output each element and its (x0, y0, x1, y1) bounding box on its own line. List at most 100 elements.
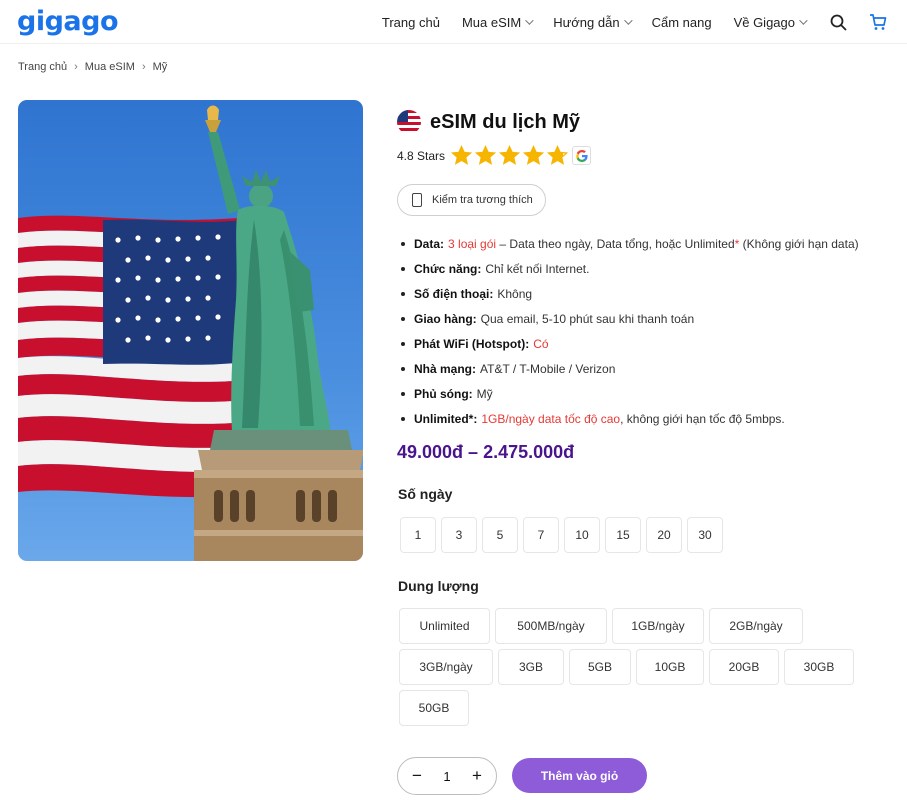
nav-item-ve-gigago[interactable]: Về Gigago (733, 14, 808, 30)
spec-value: Không (497, 286, 533, 301)
star-full-icon (474, 145, 497, 166)
spec-value: , không giới hạn tốc độ 5mbps. (620, 411, 785, 426)
product-title-row: eSIM du lịch Mỹ (397, 110, 580, 134)
day-option[interactable]: 5 (482, 517, 518, 553)
nav-item-label: Hướng dẫn (553, 14, 620, 30)
data-options-row: 3GB/ngày 3GB 5GB 10GB 20GB 30GB (399, 649, 859, 685)
spec-label: Số điện thoại: (414, 286, 494, 301)
nav-item-label: Cẩm nang (651, 14, 712, 30)
quantity-value[interactable]: 1 (443, 769, 450, 784)
spec-item: Phát WiFi (Hotspot): Có (397, 331, 859, 356)
spec-item: Phủ sóng: Mỹ (397, 381, 859, 406)
breadcrumb-link-mua-esim[interactable]: Mua eSIM (85, 61, 135, 73)
product-title: eSIM du lịch Mỹ (430, 110, 581, 133)
day-option[interactable]: 20 (646, 517, 682, 553)
check-compatibility-label: Kiểm tra tương thích (432, 194, 533, 206)
star-half-icon (546, 145, 569, 166)
bullet-icon (401, 291, 405, 296)
search-icon[interactable] (827, 11, 849, 33)
spec-value: Qua email, 5-10 phút sau khi thanh toán (480, 311, 695, 326)
cart-icon[interactable] (867, 11, 889, 33)
logo-text: gigago (17, 6, 119, 37)
check-compatibility-button[interactable]: Kiểm tra tương thích (397, 184, 546, 216)
chevron-down-icon (799, 16, 808, 25)
data-option[interactable]: 30GB (784, 649, 854, 685)
spec-value: 3 loại gói (448, 236, 497, 251)
spec-list: Data: 3 loại gói – Data theo ngày, Data t… (397, 231, 859, 431)
add-to-cart-button[interactable]: Thêm vào giỏ (512, 758, 647, 793)
nav-item-label: Mua eSIM (461, 14, 522, 30)
spec-item: Giao hàng: Qua email, 5-10 phút sau khi t… (397, 306, 859, 331)
data-option[interactable]: 500MB/ngày (495, 608, 607, 644)
chevron-down-icon (525, 16, 534, 25)
nav-item-mua-esim[interactable]: Mua eSIM (461, 14, 534, 30)
spec-value: 1GB/ngày data tốc độ cao (481, 411, 621, 426)
rating-row: 4.8 Stars (397, 145, 592, 166)
data-option[interactable]: 10GB (636, 649, 704, 685)
day-option[interactable]: 30 (687, 517, 723, 553)
data-options-row: 50GB (399, 690, 474, 726)
spec-item: Data: 3 loại gói – Data theo ngày, Data t… (397, 231, 859, 256)
days-label: Số ngày (398, 486, 453, 502)
bullet-icon (401, 341, 405, 346)
spec-value: (Không giới hạn data) (739, 236, 859, 251)
product-image (18, 100, 363, 561)
spec-value: – Data theo ngày, Data tổng, hoặc Unlimi… (496, 236, 735, 251)
gigago-logo[interactable]: gigago (17, 6, 119, 37)
bullet-icon (401, 266, 405, 271)
data-option[interactable]: 50GB (399, 690, 469, 726)
data-option[interactable]: Unlimited (399, 608, 490, 644)
quantity-decrease-button[interactable]: − (408, 766, 426, 786)
quantity-increase-button[interactable]: + (468, 766, 486, 786)
spec-item: Chức năng: Chỉ kết nối Internet. (397, 256, 859, 281)
quantity-stepper: − 1 + (397, 757, 497, 795)
nav-item-trang-chu[interactable]: Trang chủ (382, 15, 440, 30)
spec-value: Mỹ (476, 386, 493, 401)
day-option[interactable]: 10 (564, 517, 600, 553)
chevron-down-icon (623, 16, 633, 25)
spec-item: Unlimited*: 1GB/ngày data tốc độ cao, khô… (397, 406, 859, 431)
spec-label: Unlimited*: (414, 411, 478, 426)
days-options: 1 3 5 7 10 15 20 30 (400, 517, 728, 553)
breadcrumb-current: Mỹ (152, 61, 168, 73)
day-option[interactable]: 7 (523, 517, 559, 553)
star-full-icon (498, 145, 521, 166)
site-header: gigago Trang chủ Mua eSIM Hướng dẫn Cẩm nan… (0, 0, 907, 44)
spec-label: Chức năng: (414, 261, 482, 276)
data-option[interactable]: 1GB/ngày (612, 608, 704, 644)
spec-value: Chỉ kết nối Internet. (485, 261, 590, 276)
google-icon (572, 146, 592, 165)
data-option[interactable]: 3GB (498, 649, 564, 685)
spec-label: Data: (414, 236, 445, 251)
nav-item-label: Về Gigago (733, 14, 795, 30)
spec-value: AT&T / T-Mobile / Verizon (480, 361, 616, 376)
data-options-row: Unlimited 500MB/ngày 1GB/ngày 2GB/ngày (399, 608, 808, 644)
spec-value: Có (533, 336, 549, 351)
data-option[interactable]: 2GB/ngày (709, 608, 803, 644)
spec-label: Phủ sóng: (414, 386, 473, 401)
data-option[interactable]: 3GB/ngày (399, 649, 493, 685)
star-full-icon (450, 145, 473, 166)
nav-item-cam-nang[interactable]: Cẩm nang (652, 15, 712, 30)
chevron-right-icon: › (74, 61, 78, 73)
breadcrumb-link-trang-chu[interactable]: Trang chủ (18, 61, 67, 73)
data-option[interactable]: 5GB (569, 649, 631, 685)
spec-label: Phát WiFi (Hotspot): (414, 336, 530, 351)
star-full-icon (522, 145, 545, 166)
spec-label: Giao hàng: (414, 311, 477, 326)
spec-label: Nhà mạng: (414, 361, 477, 376)
data-label: Dung lượng (398, 578, 479, 594)
phone-icon (412, 193, 422, 207)
breadcrumb: Trang chủ › Mua eSIM › Mỹ (18, 61, 167, 73)
nav-item-huong-dan[interactable]: Hướng dẫn (553, 14, 633, 30)
spec-item: Số điện thoại: Không (397, 281, 859, 306)
day-option[interactable]: 15 (605, 517, 641, 553)
bullet-icon (401, 391, 405, 396)
main-nav: Trang chủ Mua eSIM Hướng dẫn Cẩm nang Về Gig… (382, 0, 907, 44)
day-option[interactable]: 3 (441, 517, 477, 553)
data-option[interactable]: 20GB (709, 649, 779, 685)
bullet-icon (401, 416, 405, 421)
statue-of-liberty-image (18, 105, 363, 561)
day-option[interactable]: 1 (400, 517, 436, 553)
rating-text: 4.8 Stars (397, 148, 446, 163)
